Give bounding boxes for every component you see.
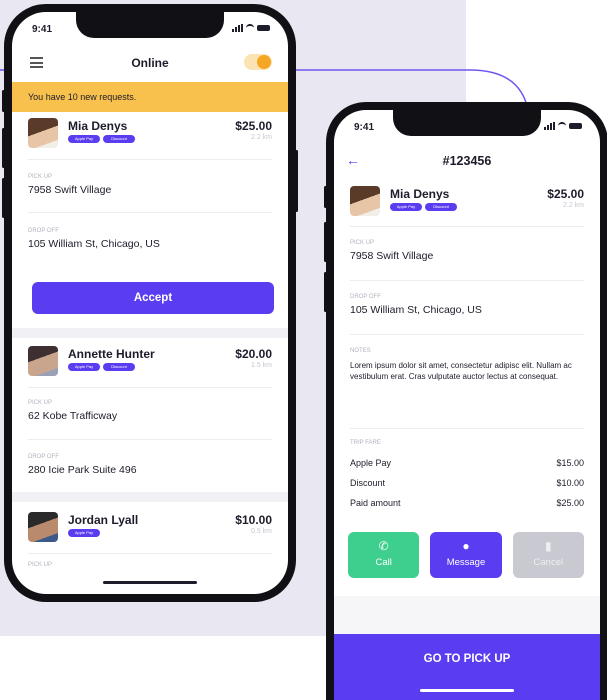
avatar [350,186,380,216]
status-time: 9:41 [32,24,53,35]
notch [76,12,224,38]
wifi-icon [558,122,566,130]
avatar [28,512,58,542]
request-card[interactable]: Annette Hunter Apple Pay Discount $20.00… [12,340,288,386]
pickup-address: 7958 Swift Village [350,250,434,262]
header: Online [12,48,288,78]
header: ← #123456 [334,146,600,176]
avatar [28,118,58,148]
ride-price: $20.00 [235,347,272,361]
battery-icon [569,123,582,129]
pickup-field: PICK UP 62 Kobe Trafficway [12,400,288,422]
chat-icon: ● [462,539,470,553]
home-indicator [103,581,197,584]
fare-row: Apple Pay $15.00 [350,458,584,468]
action-buttons: ✆ Call ● Message ▮ Cancel [348,532,584,578]
phone-icon: ✆ [378,539,389,553]
signal-icon [544,122,555,130]
go-to-pickup-button[interactable]: GO TO PICK UP [334,634,600,700]
payment-tag: Apple Pay [390,203,422,211]
avatar [28,346,58,376]
ride-price: $25.00 [235,119,272,133]
ride-price: $25.00 [547,187,584,201]
notes-text: Lorem ipsum dolor sit amet, consectetur … [350,361,572,381]
phone-left-screen: 9:41 Online You have 10 new requests. Mi… [12,12,288,594]
rider-name: Mia Denys [390,187,450,201]
pickup-field: PICK UP 7958 Swift Village [334,240,600,262]
trash-icon: ▮ [545,539,552,553]
payment-tag: Apple Pay [68,529,100,537]
call-button[interactable]: ✆ Call [348,532,420,578]
rider-name: Annette Hunter [68,347,155,361]
discount-tag: Discount [425,203,457,211]
ride-distance: 2.2 km [562,202,584,209]
pickup-address: 62 Kobe Trafficway [28,410,118,422]
accept-button[interactable]: Accept [32,282,274,314]
notes-field: NOTES [350,348,371,354]
fare-row: Discount $10.00 [350,478,584,488]
requests-banner[interactable]: You have 10 new requests. [12,82,288,112]
payment-tag: Apple Pay [68,363,100,371]
ride-summary: Mia Denys Apple Pay Discount $25.00 2.2 … [334,180,600,226]
signal-icon [232,24,243,32]
ride-id-title: #123456 [442,154,492,168]
fare-section: TRIP FARE [350,440,381,446]
phone-right: 9:41 ← #123456 Mia Denys Apple Pay Disco… [324,102,607,700]
payment-tag: Apple Pay [68,135,100,143]
discount-tag: Discount [103,135,135,143]
rider-name: Mia Denys [68,119,128,133]
home-indicator [420,689,514,692]
discount-tag: Discount [103,363,135,371]
dropoff-field: DROP OFF 105 William St, Chicago, US [334,294,600,316]
phone-left: 9:41 Online You have 10 new requests. Mi… [2,4,298,602]
pickup-address: 7958 Swift Village [28,184,112,196]
ride-distance: 1.5 km [250,362,272,369]
online-toggle[interactable] [244,54,272,70]
notch [393,110,541,136]
request-card[interactable]: Jordan Lyall Apple Pay $10.00 0.5 km [12,506,288,552]
dropoff-address: 105 William St, Chicago, US [350,304,482,316]
message-button[interactable]: ● Message [430,532,502,578]
pickup-field: PICK UP 7958 Swift Village [12,174,288,196]
dropoff-field: DROP OFF 105 William St, Chicago, US [12,228,288,250]
fare-row-total: Paid amount $25.00 [350,498,584,508]
dropoff-field: DROP OFF 280 Icie Park Suite 496 [12,454,288,476]
ride-distance: 2.2 km [250,134,272,141]
wifi-icon [246,24,254,32]
ride-distance: 0.5 km [250,528,272,535]
pickup-field: PICK UP [28,562,53,568]
dropoff-address: 280 Icie Park Suite 496 [28,464,137,476]
dropoff-address: 105 William St, Chicago, US [28,238,160,250]
rider-name: Jordan Lyall [68,513,139,527]
request-card[interactable]: Mia Denys Apple Pay Discount $25.00 2.2 … [12,112,288,158]
cancel-button[interactable]: ▮ Cancel [512,532,584,578]
phone-right-screen: 9:41 ← #123456 Mia Denys Apple Pay Disco… [334,110,600,700]
ride-price: $10.00 [235,513,272,527]
status-time: 9:41 [354,122,375,133]
battery-icon [257,25,270,31]
